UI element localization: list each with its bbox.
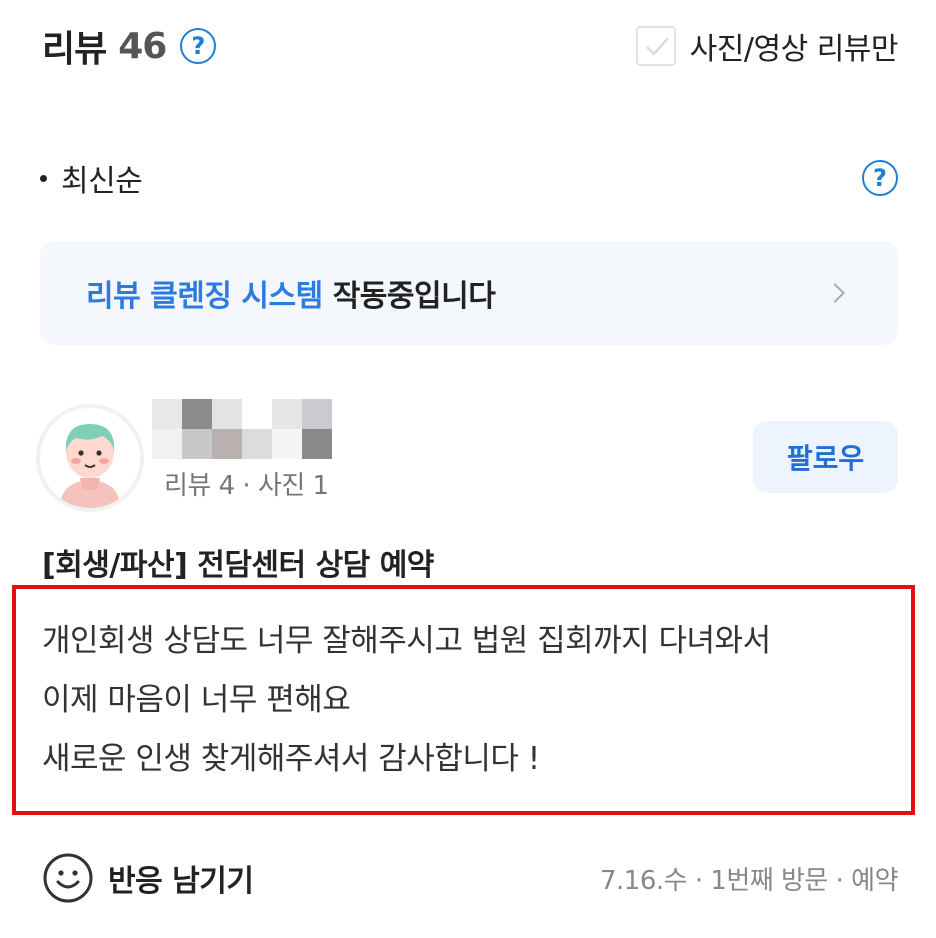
sort-row: 최신순 ? bbox=[40, 155, 898, 201]
banner-message: 작동중입니다 bbox=[332, 279, 496, 314]
banner-text: 리뷰 클렌징 시스템 작동중입니다 bbox=[86, 271, 496, 315]
follow-button[interactable]: 팔로우 bbox=[753, 421, 898, 493]
bullet-icon bbox=[40, 174, 47, 182]
review-line: 새로운 인생 찾게해주셔서 감사합니다 ! bbox=[42, 741, 540, 777]
review-header: 리뷰 46 ? 사진/영상 리뷰만 bbox=[42, 20, 899, 72]
photo-filter-label[interactable]: 사진/영상 리뷰만 bbox=[690, 24, 899, 68]
visit-info: 7.16.수 · 1번째 방문 · 예약 bbox=[600, 865, 899, 896]
question-circle-icon[interactable]: ? bbox=[180, 28, 217, 64]
review-cleansing-banner[interactable]: 리뷰 클렌징 시스템 작동중입니다 bbox=[40, 241, 898, 345]
review-panel: 리뷰 46 ? 사진/영상 리뷰만 최신순 ? 리뷰 클렌징 시스템 작동중입니다 bbox=[0, 0, 936, 938]
review-count: 46 bbox=[118, 25, 167, 67]
react-label[interactable]: 반응 남기기 bbox=[108, 856, 254, 900]
review-line: 개인회생 상담도 너무 잘해주시고 법원 집회까지 다녀와서 bbox=[42, 623, 771, 659]
avatar-illustration-icon bbox=[40, 408, 140, 508]
question-circle-icon[interactable]: ? bbox=[862, 160, 898, 196]
reviewer-name-mosaic bbox=[152, 399, 332, 461]
review-footer: 반응 남기기 7.16.수 · 1번째 방문 · 예약 bbox=[42, 850, 899, 906]
sort-option[interactable]: 최신순 bbox=[40, 156, 143, 200]
review-title-group: 리뷰 46 ? bbox=[42, 20, 217, 72]
review-body: 개인회생 상담도 너무 잘해주시고 법원 집회까지 다녀와서 이제 마음이 너무… bbox=[42, 612, 771, 789]
smile-icon bbox=[43, 853, 93, 903]
sort-label[interactable]: 최신순 bbox=[61, 156, 143, 200]
review-line: 이제 마음이 너무 편해요 bbox=[42, 682, 351, 718]
check-icon bbox=[645, 37, 669, 56]
avatar[interactable] bbox=[40, 408, 140, 508]
react-button[interactable]: 반응 남기기 bbox=[42, 852, 254, 904]
chevron-right-icon bbox=[825, 283, 845, 303]
banner-highlight: 리뷰 클렌징 시스템 bbox=[86, 279, 323, 314]
review-product-title: [회생/파산] 전담센터 상담 예약 bbox=[42, 548, 434, 583]
reviewer-stats: 리뷰 4 · 사진 1 bbox=[164, 471, 329, 501]
photo-filter-checkbox[interactable] bbox=[635, 26, 676, 66]
review-title: 리뷰 bbox=[42, 29, 107, 70]
photo-video-filter[interactable]: 사진/영상 리뷰만 bbox=[635, 24, 899, 68]
